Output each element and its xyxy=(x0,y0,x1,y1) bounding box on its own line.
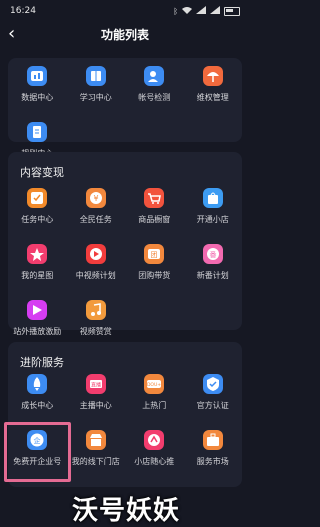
store-icon xyxy=(85,430,106,450)
fan-icon: 番 xyxy=(202,244,223,264)
feature-item[interactable]: 番新番计划 xyxy=(184,238,243,284)
section-general-tools: 数据中心学习中心帐号检测维权管理规则中心 xyxy=(8,58,243,158)
feature-label: 官方认证 xyxy=(196,401,229,410)
feature-label: 全民任务 xyxy=(79,215,112,224)
bluetooth-icon: ᛒ xyxy=(173,6,178,16)
dou-plus-icon: DOU+ xyxy=(144,374,165,394)
cart-icon xyxy=(144,188,165,208)
signal-icon xyxy=(196,6,206,16)
verified-icon xyxy=(202,374,223,394)
feature-item[interactable]: DOU+ 上热门 xyxy=(125,368,184,414)
feature-item[interactable]: 数据中心 xyxy=(8,60,67,106)
feature-item[interactable]: 维权管理 xyxy=(184,60,243,106)
feature-item[interactable]: 服务市场 xyxy=(184,424,243,470)
star-icon xyxy=(27,244,48,264)
feature-label: 开通小店 xyxy=(196,215,229,224)
feature-label: 任务中心 xyxy=(21,215,54,224)
feature-label: 站外播放激励 xyxy=(13,327,62,336)
check-task-icon xyxy=(27,188,48,208)
feature-label: 我的星图 xyxy=(21,271,54,280)
music-gift-icon xyxy=(85,300,106,320)
feature-item[interactable]: 帐号检测 xyxy=(125,60,184,106)
feature-label: 数据中心 xyxy=(21,93,54,102)
signal-icon xyxy=(210,6,220,16)
feature-label: 上热门 xyxy=(142,401,167,410)
feature-item[interactable]: 开通小店 xyxy=(184,182,243,228)
svg-text:DOU+: DOU+ xyxy=(147,382,161,388)
book-icon xyxy=(85,66,106,86)
feature-label: 主播中心 xyxy=(79,401,112,410)
umbrella-icon xyxy=(202,66,223,86)
nav-bar: ‹ 功能列表 xyxy=(0,22,250,46)
feature-item[interactable]: 商品橱窗 xyxy=(125,182,184,228)
feature-label: 帐号检测 xyxy=(138,93,171,102)
group-icon: 团 xyxy=(144,244,165,264)
feature-item[interactable]: 官方认证 xyxy=(184,368,243,414)
feature-item[interactable]: 团团购带货 xyxy=(125,238,184,284)
feature-item[interactable]: 站外播放激励 xyxy=(8,294,67,340)
user-check-icon xyxy=(144,66,165,86)
wifi-icon xyxy=(182,6,192,16)
status-bar: 16:24 ᛒ xyxy=(0,0,250,22)
status-time: 16:24 xyxy=(10,6,36,16)
status-icons: ᛒ xyxy=(173,6,240,16)
highlight-box xyxy=(4,422,71,482)
section-monetization: 内容变现 任务中心 ¥ 全民任务 商品橱窗 开通小店 我的星图 中视频计划团团购带货番新番计… xyxy=(8,152,243,336)
feature-label: 中视频计划 xyxy=(75,271,116,280)
section-title: 内容变现 xyxy=(20,166,64,179)
feature-label: 视频赞赏 xyxy=(79,327,112,336)
feature-item[interactable]: 成长中心 xyxy=(8,368,67,414)
feature-item[interactable]: ¥ 全民任务 xyxy=(67,182,126,228)
feature-item[interactable]: 任务中心 xyxy=(8,182,67,228)
battery-icon xyxy=(224,6,240,16)
briefcase-icon xyxy=(202,430,223,450)
feature-label: 我的线下门店 xyxy=(71,457,120,466)
watermark: 沃号妖妖 xyxy=(71,495,180,526)
feature-item[interactable]: 中视频计划 xyxy=(67,238,126,284)
feature-label: 学习中心 xyxy=(79,93,112,102)
video-reward-icon xyxy=(27,300,48,320)
promote-icon xyxy=(144,430,165,450)
svg-text:¥: ¥ xyxy=(93,194,98,203)
feature-label: 维权管理 xyxy=(196,93,229,102)
feature-item[interactable]: 直播 主播中心 xyxy=(67,368,126,414)
yen-icon: ¥ xyxy=(85,188,106,208)
rocket-icon xyxy=(27,374,48,394)
feature-label: 商品橱窗 xyxy=(138,215,171,224)
feature-item[interactable]: 我的星图 xyxy=(8,238,67,284)
feature-item[interactable]: 学习中心 xyxy=(67,60,126,106)
shop-icon xyxy=(202,188,223,208)
feature-item[interactable]: 小店随心推 xyxy=(125,424,184,470)
feature-item[interactable]: 我的线下门店 xyxy=(67,424,126,470)
feature-item[interactable]: 视频赞赏 xyxy=(67,294,126,340)
document-icon xyxy=(27,122,48,142)
live-icon: 直播 xyxy=(85,374,106,394)
feature-label: 团购带货 xyxy=(138,271,171,280)
svg-text:团: 团 xyxy=(151,251,158,259)
svg-text:直播: 直播 xyxy=(91,382,101,389)
feature-label: 成长中心 xyxy=(21,401,54,410)
play-icon xyxy=(85,244,106,264)
back-button[interactable]: ‹ xyxy=(8,24,15,44)
feature-label: 小店随心推 xyxy=(134,457,175,466)
svg-text:番: 番 xyxy=(209,251,216,259)
feature-label: 新番计划 xyxy=(196,271,229,280)
page-title: 功能列表 xyxy=(100,27,149,42)
chart-icon xyxy=(27,66,48,86)
feature-label: 服务市场 xyxy=(196,457,229,466)
